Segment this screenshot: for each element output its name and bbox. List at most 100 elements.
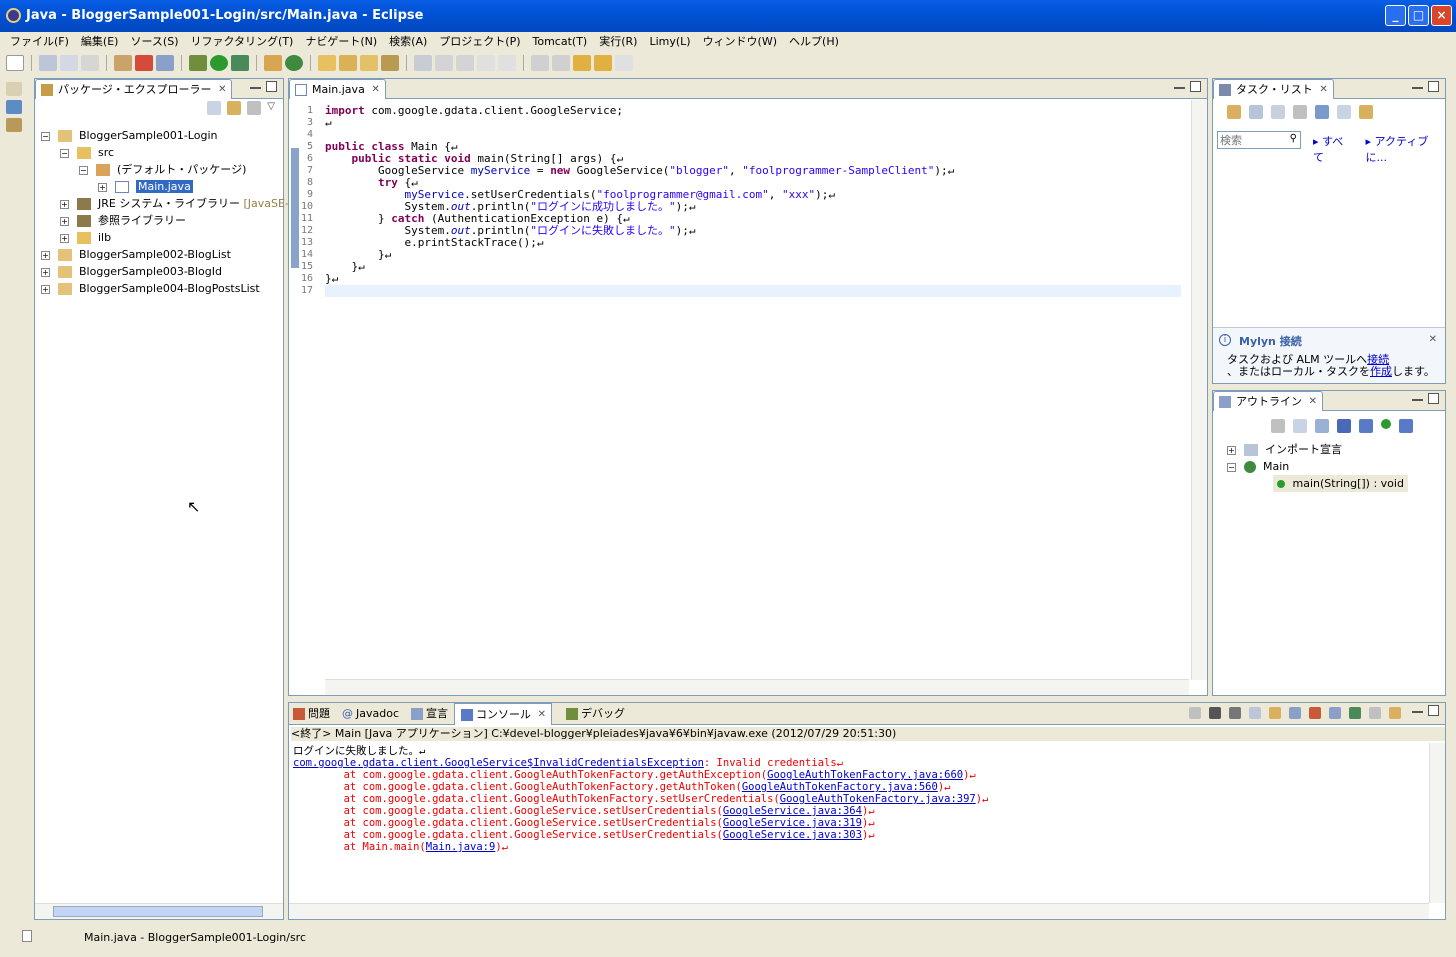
block-selection-icon[interactable] [477,55,495,71]
search-icon[interactable]: ⚲ [1290,133,1297,144]
outline-imports[interactable]: + インポート宣言 [1227,441,1342,458]
run-icon[interactable] [210,55,228,71]
task-active-link[interactable]: ▸ アクティブに... [1366,133,1446,165]
tree-node-project[interactable]: + BloggerSample003-BlogId [41,263,222,280]
menu-help[interactable]: ヘルプ(H) [783,32,845,52]
scroll-thumb[interactable] [53,906,263,917]
hide-local-types-icon[interactable] [1399,419,1413,433]
next-annotation-icon[interactable] [531,55,549,71]
hide-fields-icon[interactable] [1337,419,1351,433]
collapse-icon[interactable]: − [79,165,88,175]
expand-icon[interactable]: + [41,250,50,260]
tab-outline[interactable]: アウトライン ✕ [1213,391,1323,411]
minimize-icon[interactable] [1412,399,1423,401]
expand-icon[interactable]: + [98,182,107,192]
close-icon[interactable]: ✕ [1319,80,1327,100]
minimize-icon[interactable] [1174,87,1185,89]
new-java-project-icon[interactable] [264,55,282,71]
console-output[interactable]: ログインに失敗しました。↵ com.google.gdata.client.Go… [293,745,988,853]
maximize-icon[interactable] [1428,393,1439,404]
vertical-scrollbar[interactable] [1429,743,1445,903]
tomcat-restart-icon[interactable] [156,55,174,71]
horizontal-scrollbar[interactable] [325,679,1189,695]
close-icon[interactable]: ✕ [1429,334,1437,345]
focus-icon[interactable] [1293,105,1307,119]
collapse-all-icon[interactable] [1293,419,1307,433]
clear-console-icon[interactable] [1249,707,1261,719]
tab-problems[interactable]: 問題 [289,703,336,725]
tab-javadoc[interactable]: @ Javadoc [336,703,405,725]
tab-debug[interactable]: デバッグ [552,703,631,725]
tab-declaration[interactable]: 宣言 [405,703,454,725]
tree-node-project[interactable]: + BloggerSample004-BlogPostsList [41,280,260,297]
terminate-icon[interactable] [1189,707,1201,719]
maximize-icon[interactable] [1428,705,1439,716]
task-all-link[interactable]: ▸ すべて [1313,133,1352,165]
toggle-breadcrumb-icon[interactable] [456,55,474,71]
tree-node-project[interactable]: + BloggerSample002-BlogList [41,246,231,263]
collapse-all-icon[interactable] [1337,105,1351,119]
categorized-icon[interactable] [1249,105,1263,119]
task-search-field[interactable]: ⚲ [1217,131,1301,149]
sort-icon[interactable] [1315,419,1329,433]
menu-tomcat[interactable]: Tomcat(T) [527,32,594,52]
remove-launch-icon[interactable] [1209,707,1221,719]
show-stderr-icon[interactable] [1309,707,1321,719]
external-tools-icon[interactable] [231,55,249,71]
vertical-scrollbar[interactable] [1191,100,1207,680]
menu-refactor[interactable]: リファクタリング(T) [184,32,299,52]
horizontal-scrollbar[interactable] [35,903,283,919]
open-console-icon[interactable] [1349,707,1361,719]
horizontal-scrollbar[interactable] [289,903,1429,919]
close-icon[interactable]: ✕ [538,704,546,726]
menu-window[interactable]: ウィンドウ(W) [697,32,783,52]
print-icon[interactable] [81,55,99,71]
display-console-icon[interactable] [1369,707,1381,719]
java-perspective-icon[interactable] [6,100,22,114]
synchronize-icon[interactable] [1359,105,1373,119]
maximize-button[interactable]: □ [1408,5,1429,26]
collapse-icon[interactable]: − [41,131,50,141]
save-all-icon[interactable] [60,55,78,71]
menu-source[interactable]: ソース(S) [124,32,184,52]
forward-icon[interactable] [615,55,633,71]
collapse-icon[interactable]: − [1227,462,1236,472]
maximize-icon[interactable] [1428,81,1439,92]
create-link[interactable]: 作成 [1370,365,1392,378]
focus-icon[interactable] [1271,419,1285,433]
remove-all-icon[interactable] [1229,707,1241,719]
scheduled-icon[interactable] [1271,105,1285,119]
minimize-icon[interactable] [1412,711,1423,713]
open-type-icon[interactable] [318,55,336,71]
tomcat-start-icon[interactable] [114,55,132,71]
minimize-icon[interactable] [1412,87,1423,89]
collapse-icon[interactable]: − [60,148,69,158]
show-stdout-icon[interactable] [1289,707,1301,719]
tree-node-referenced-libraries[interactable]: + 参照ライブラリー [60,212,186,229]
new-java-class-icon[interactable] [285,55,303,71]
show-whitespace-icon[interactable] [498,55,516,71]
search-input[interactable] [1218,132,1278,148]
minimize-button[interactable]: _ [1385,5,1406,26]
back-icon[interactable] [594,55,612,71]
new-icon[interactable] [6,55,24,71]
other-perspective-icon[interactable] [6,118,22,132]
minimize-icon[interactable] [250,87,261,89]
new-console-icon[interactable] [1389,707,1401,719]
menu-search[interactable]: 検索(A) [383,32,433,52]
menu-navigate[interactable]: ナビゲート(N) [299,32,383,52]
expand-icon[interactable]: + [41,284,50,294]
expand-icon[interactable]: + [1227,445,1236,455]
open-perspective-icon[interactable] [6,82,22,96]
menu-edit[interactable]: 編集(E) [75,32,125,52]
prev-annotation-icon[interactable] [552,55,570,71]
tree-node-project[interactable]: − BloggerSample001-Login [41,127,217,144]
highlight-icon[interactable] [435,55,453,71]
last-edit-location-icon[interactable] [573,55,591,71]
close-icon[interactable]: ✕ [1309,392,1317,412]
fast-view-icon[interactable] [22,930,32,942]
maximize-icon[interactable] [1190,81,1201,92]
pin-console-icon[interactable] [1329,707,1341,719]
link-with-editor-icon[interactable] [227,101,242,115]
menu-project[interactable]: プロジェクト(P) [433,32,526,52]
